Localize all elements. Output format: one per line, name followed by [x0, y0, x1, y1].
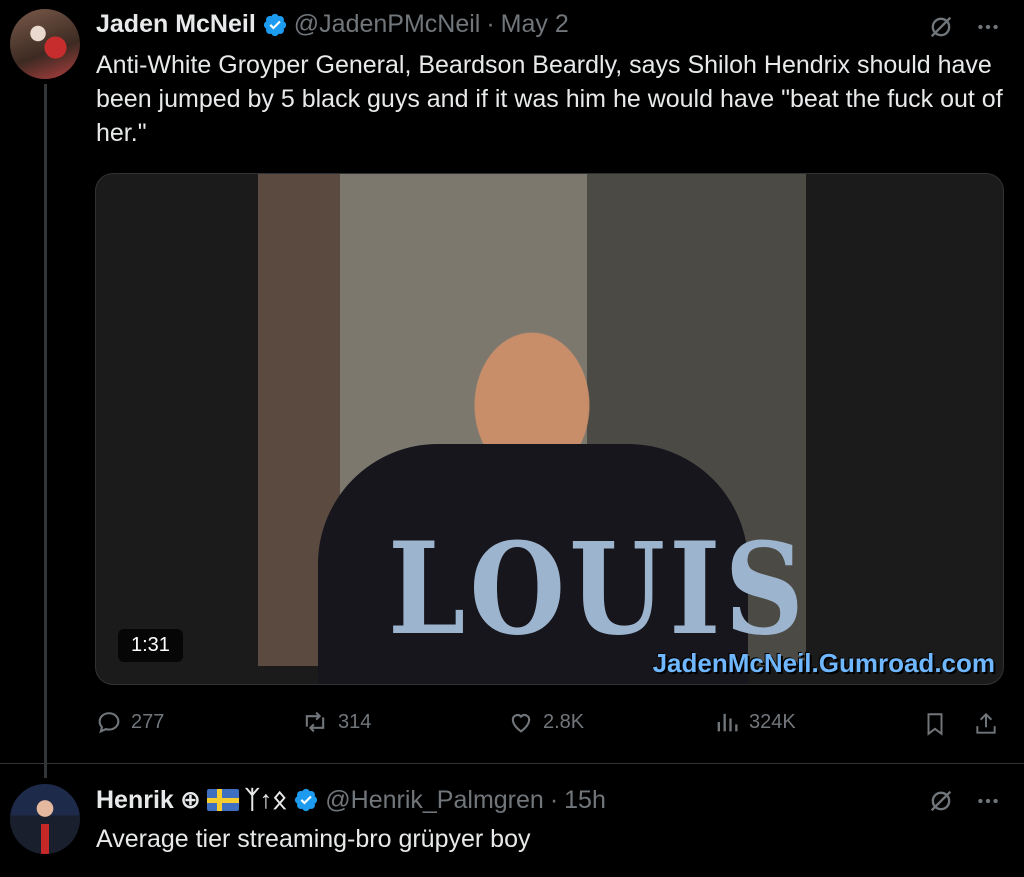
more-icon[interactable] [972, 11, 1004, 43]
views-icon [717, 713, 738, 732]
reply-text: Average tier streaming-bro grüpyer boy [96, 825, 531, 853]
tweet-text: Anti-White Groyper General, Beardson Bea… [96, 51, 1003, 147]
sweden-flag-icon [206, 789, 239, 811]
avatar[interactable] [10, 9, 80, 79]
bookmark-icon [927, 713, 943, 736]
video-watermark: JadenMcNeil.Gumroad.com [652, 648, 995, 678]
like-count: 2.8K [543, 710, 585, 733]
reply-avatar[interactable] [10, 784, 80, 854]
verified-badge-icon[interactable] [293, 787, 319, 813]
separator-dot: · [486, 10, 495, 38]
tweet-header: Jaden McNeil @JadenPMcNeil · May 2 [96, 10, 569, 39]
verified-badge-icon[interactable] [262, 12, 288, 38]
reply-author-name[interactable]: Henrik [96, 786, 174, 815]
tweet-actions: 277 314 2.8K 324K [95, 706, 1005, 746]
reply-timestamp[interactable]: 15h [564, 786, 606, 815]
shirt-text: LOUIS [388, 514, 808, 663]
repost-button[interactable]: 314 [300, 708, 371, 736]
repost-icon [305, 711, 325, 733]
like-button[interactable]: 2.8K [507, 708, 584, 736]
separator-dot: · [549, 785, 559, 814]
reply-name-runes: ᛉ↑ᛟ [244, 785, 288, 814]
reply-icon [98, 712, 120, 734]
grok-icon[interactable] [925, 11, 957, 43]
reply-author-handle[interactable]: @Henrik_Palmgren [325, 786, 544, 815]
repost-count: 314 [338, 710, 372, 733]
bookmark-button[interactable] [919, 708, 951, 740]
grok-icon[interactable] [925, 785, 957, 817]
video-player[interactable]: LOUIS 1:31 JadenMcNeil.Gumroad.com [95, 173, 1004, 685]
reply-name-symbol: ⊕ [179, 786, 201, 814]
thread-connector [44, 84, 47, 778]
reply-count: 277 [131, 710, 165, 733]
timestamp[interactable]: May 2 [501, 10, 569, 39]
author-name[interactable]: Jaden McNeil [96, 10, 256, 39]
video-thumbnail[interactable]: LOUIS [258, 174, 808, 684]
reply-header: Henrik ⊕ ᛉ↑ᛟ @Henrik_Palmgren · 15h [96, 785, 606, 815]
more-icon[interactable] [972, 785, 1004, 817]
like-icon [511, 714, 531, 733]
reply-button[interactable]: 277 [95, 708, 164, 736]
divider [0, 763, 1024, 764]
share-button[interactable] [970, 708, 1002, 740]
view-count: 324K [749, 710, 796, 733]
video-duration: 1:31 [118, 629, 183, 662]
author-handle[interactable]: @JadenPMcNeil [294, 10, 481, 39]
views-button[interactable]: 324K [713, 708, 796, 736]
share-icon [976, 712, 996, 734]
